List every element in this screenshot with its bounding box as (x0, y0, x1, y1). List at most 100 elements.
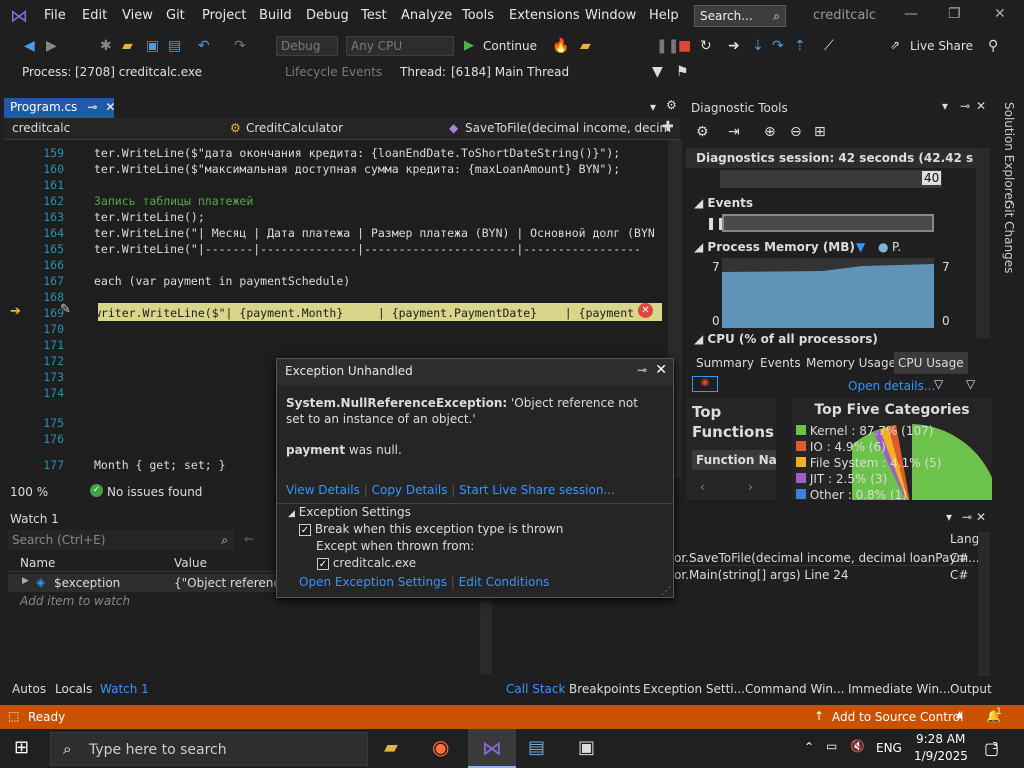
tab-program-cs[interactable]: Program.cs ⊸ ✕ (4, 98, 115, 118)
file-explorer-icon[interactable]: ▰ (384, 737, 398, 758)
lifecycle-combo[interactable]: Lifecycle Events (280, 62, 392, 82)
stop-icon[interactable]: ■ (678, 38, 691, 54)
clock-date[interactable]: 1/9/2025 (914, 749, 968, 763)
split-editor-icon[interactable]: ✚ (662, 119, 674, 135)
back-icon[interactable]: ◀ (24, 38, 35, 54)
undo-icon[interactable]: ↶ (198, 38, 210, 54)
tab-dropdown-icon[interactable]: ▾ (650, 100, 656, 114)
live-share-icon[interactable]: ⇗ (890, 38, 900, 52)
pencil-icon[interactable]: ✎ (60, 302, 71, 317)
edit-conditions-link[interactable]: Edit Conditions (459, 575, 550, 589)
breakpoint-toggle-icon[interactable]: ⟋ (824, 38, 834, 54)
issues-status[interactable]: No issues found (107, 485, 202, 499)
filter-icon[interactable]: ▼ (652, 64, 663, 80)
module-checkbox[interactable]: ✓ (317, 557, 329, 570)
timeline-ruler[interactable] (720, 170, 942, 188)
resize-grip-icon[interactable]: ⋰ (661, 586, 671, 597)
copy-details-link[interactable]: Copy Details (372, 483, 448, 497)
column-value[interactable]: Value (174, 556, 207, 570)
firefox-icon[interactable]: ◉ (432, 735, 449, 759)
restore-icon[interactable]: ❐ (948, 6, 961, 22)
thread-combo[interactable]: [6184] Main Thread (446, 62, 646, 82)
column-name[interactable]: Name (20, 556, 55, 570)
save-all-icon[interactable]: ▤ (168, 38, 181, 54)
panel-menu-icon[interactable]: ▾ (946, 510, 952, 524)
filter-alt-icon[interactable]: ▽ (966, 377, 975, 391)
tab-immediate-window[interactable]: Immediate Win... (848, 682, 951, 696)
scroll-right-icon[interactable]: › (748, 480, 753, 494)
tab-cpu-usage[interactable]: CPU Usage (894, 352, 968, 374)
popup-close-icon[interactable]: ✕ (655, 362, 667, 378)
solution-explorer-tab[interactable]: Solution Explorer (1002, 102, 1016, 205)
menu-view[interactable]: View (122, 8, 153, 23)
menu-file[interactable]: File (44, 8, 66, 23)
close-icon[interactable]: ✕ (976, 99, 986, 113)
tab-output[interactable]: Output (950, 682, 992, 696)
show-hidden-icons[interactable]: ⌃ (804, 740, 814, 754)
step-over-icon[interactable]: ↷ (772, 38, 784, 54)
menu-help[interactable]: Help (649, 8, 679, 23)
diag-scrollbar[interactable] (976, 148, 990, 338)
editor-settings-icon[interactable]: ⚙ (666, 98, 677, 112)
redo-icon[interactable]: ↷ (234, 38, 246, 54)
add-watch-item[interactable]: Add item to watch (20, 594, 130, 608)
menu-project[interactable]: Project (202, 8, 246, 23)
new-project-icon[interactable]: ✱ (100, 38, 112, 54)
app-icon[interactable]: ▣ (578, 737, 595, 758)
flag-icon[interactable]: ⚑ (676, 64, 689, 80)
tab-call-stack[interactable]: Call Stack (506, 682, 565, 696)
expand-icon[interactable]: ▶ (22, 576, 29, 586)
play-icon[interactable]: ▶ (464, 38, 474, 53)
clock-time[interactable]: 9:28 AM (916, 732, 965, 746)
restart-icon[interactable]: ↻ (700, 38, 712, 54)
tab-memory-usage[interactable]: Memory Usage (806, 356, 896, 370)
zoom-level[interactable]: 100 % (10, 485, 48, 499)
tab-watch-1[interactable]: Watch 1 (100, 682, 149, 696)
live-share-button[interactable]: Live Share (910, 39, 973, 53)
column-lang[interactable]: Lang (950, 532, 979, 546)
forward-icon[interactable]: ▶ (46, 38, 57, 54)
pause-icon[interactable]: ❚❚ (656, 38, 679, 54)
memory-heading[interactable]: ◢ Process Memory (MB) (694, 240, 855, 254)
live-share-link[interactable]: Start Live Share session... (459, 483, 615, 497)
hot-reload-icon[interactable]: 🔥 (552, 38, 569, 54)
menu-tools[interactable]: Tools (462, 8, 494, 23)
panel-menu-icon[interactable]: ▾ (942, 99, 948, 113)
add-source-control[interactable]: Add to Source Control (832, 710, 963, 724)
menu-edit[interactable]: Edit (82, 8, 107, 23)
step-into-icon[interactable]: ⇣ (752, 38, 764, 54)
menu-test[interactable]: Test (361, 8, 387, 23)
tab-close-icon[interactable]: ✕ (105, 100, 115, 114)
tab-autos[interactable]: Autos (12, 682, 46, 696)
zoom-out-icon[interactable]: ⊖ (790, 124, 802, 140)
callstack-scrollbar[interactable] (978, 532, 990, 676)
back-icon[interactable]: ← (244, 532, 254, 546)
close-icon[interactable]: ✕ (994, 6, 1006, 22)
save-icon[interactable]: ▣ (146, 38, 159, 54)
class-nav[interactable]: CreditCalculator (246, 121, 343, 135)
open-folder-icon[interactable]: ▰ (122, 38, 133, 54)
pin-icon[interactable]: ⊸ (87, 100, 97, 114)
config-combo[interactable]: Debug (276, 36, 338, 56)
continue-button[interactable]: Continue (483, 39, 537, 53)
volume-muted-icon[interactable]: 🔇 (850, 739, 865, 753)
snapshot-icon[interactable]: ▼ (856, 240, 865, 254)
open-exception-settings-link[interactable]: Open Exception Settings (299, 575, 447, 589)
hierarchy-icon[interactable]: ⊞ (814, 124, 826, 140)
pin-icon[interactable]: ⊸ (960, 99, 970, 113)
menu-debug[interactable]: Debug (306, 8, 349, 23)
menu-build[interactable]: Build (259, 8, 292, 23)
tab-summary[interactable]: Summary (696, 356, 754, 370)
show-next-statement-icon[interactable]: ➜ (728, 38, 740, 54)
events-track[interactable] (722, 214, 934, 232)
method-nav[interactable]: SaveToFile(decimal income, decim (465, 121, 671, 135)
network-icon[interactable]: ▭ (826, 739, 837, 753)
view-details-link[interactable]: View Details (286, 483, 360, 497)
git-changes-tab[interactable]: Git Changes (1002, 200, 1016, 273)
project-nav[interactable]: creditcalc (12, 121, 70, 135)
export-icon[interactable]: ⇥ (728, 124, 740, 140)
folder-icon[interactable]: ▰ (580, 38, 591, 54)
language-indicator[interactable]: ENG (876, 741, 902, 755)
callstack-row[interactable]: or.Main(string[] args) Line 24 C# (674, 567, 974, 583)
tab-locals[interactable]: Locals (55, 682, 92, 696)
